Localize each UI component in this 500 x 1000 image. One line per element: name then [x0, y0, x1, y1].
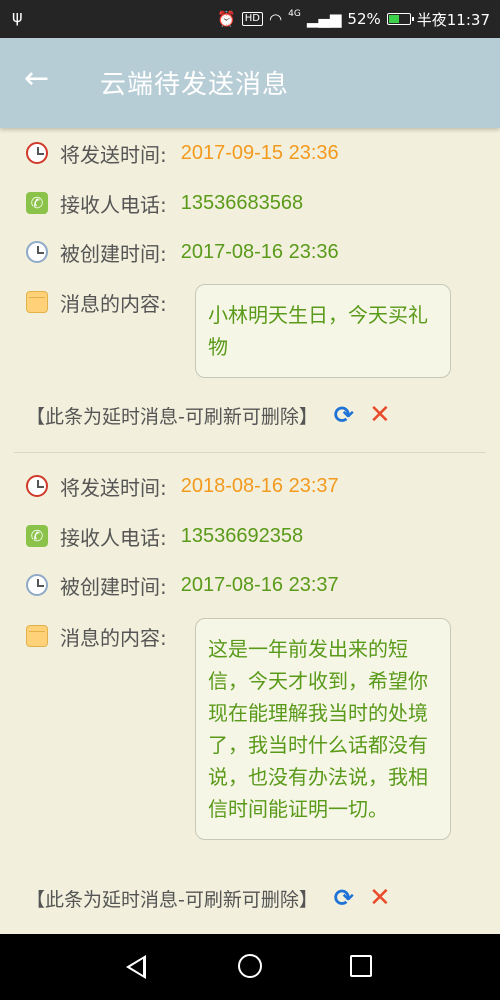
nav-back-icon[interactable]: [126, 955, 146, 979]
delete-icon[interactable]: ✕: [368, 402, 392, 428]
battery-percent: 52%: [347, 10, 381, 28]
delayed-note-row: 【此条为延时消息-可刷新可删除】 ⟳ ✕: [26, 398, 392, 432]
content-label: 消息的内容:: [60, 291, 167, 316]
alarm-clock-icon: [26, 142, 48, 164]
send-time-label: 将发送时间:: [60, 475, 167, 500]
alarm-icon: ⏰: [217, 10, 236, 28]
status-icons: ⏰ HD ◠ 4G ▂▄▆ 52% 半夜11:37: [217, 0, 490, 38]
delete-icon[interactable]: ✕: [368, 885, 392, 911]
status-bar: ψ ⏰ HD ◠ 4G ▂▄▆ 52% 半夜11:37: [0, 0, 500, 38]
hd-icon: HD: [241, 12, 264, 26]
clock-icon: [26, 241, 48, 263]
created-time-label: 被创建时间:: [60, 574, 167, 599]
delayed-note-row: 【此条为延时消息-可刷新可删除】 ⟳ ✕: [26, 881, 392, 915]
signal-icon: ▂▄▆: [306, 10, 342, 28]
created-time-value: 2017-08-16 23:36: [180, 240, 339, 263]
phone-label: 接收人电话:: [60, 525, 167, 550]
send-time-row: 将发送时间: 2018-08-16 23:37: [26, 469, 339, 503]
send-time-label: 将发送时间:: [60, 142, 167, 167]
message-content-bubble: 小林明天生日，今天买礼物: [195, 284, 451, 378]
clock-icon: [26, 574, 48, 596]
send-time-value: 2017-09-15 23:36: [180, 141, 339, 164]
content-row: 消息的内容:: [26, 619, 167, 653]
refresh-icon[interactable]: ⟳: [332, 403, 356, 427]
phone-icon: ✆: [26, 192, 48, 214]
phone-icon: ✆: [26, 525, 48, 547]
alarm-clock-icon: [26, 475, 48, 497]
created-time-row: 被创建时间: 2017-08-16 23:37: [26, 568, 339, 602]
content-row: 消息的内容:: [26, 285, 167, 319]
content-label: 消息的内容:: [60, 625, 167, 650]
nav-home-icon[interactable]: [238, 954, 262, 978]
phone-label: 接收人电话:: [60, 192, 167, 217]
delayed-note: 【此条为延时消息-可刷新可删除】: [26, 888, 318, 911]
send-time-value: 2018-08-16 23:37: [180, 474, 339, 497]
page-title: 云端待发送消息: [100, 70, 290, 100]
phone-value: 13536692358: [180, 524, 304, 547]
usb-icon: ψ: [12, 7, 23, 26]
status-time: 半夜11:37: [416, 10, 490, 29]
phone-value: 13536683568: [180, 191, 304, 214]
nav-recent-apps-icon[interactable]: [350, 955, 372, 977]
app-bar: ← 云端待发送消息: [0, 38, 500, 128]
back-arrow-icon[interactable]: ←: [24, 64, 54, 94]
created-time-row: 被创建时间: 2017-08-16 23:36: [26, 235, 339, 269]
send-time-row: 将发送时间: 2017-09-15 23:36: [26, 136, 339, 170]
phone-row: ✆ 接收人电话: 13536692358: [26, 519, 303, 553]
created-time-value: 2017-08-16 23:37: [180, 573, 339, 596]
network-type-icon: 4G: [288, 9, 301, 19]
battery-icon: [386, 13, 414, 25]
delayed-note: 【此条为延时消息-可刷新可删除】: [26, 405, 318, 428]
created-time-label: 被创建时间:: [60, 241, 167, 266]
refresh-icon[interactable]: ⟳: [332, 886, 356, 910]
navigation-bar: [0, 934, 500, 1000]
divider: [14, 452, 486, 453]
message-icon: [26, 291, 48, 313]
wifi-icon: ◠: [269, 10, 283, 28]
phone-row: ✆ 接收人电话: 13536683568: [26, 186, 303, 220]
message-content-bubble: 这是一年前发出来的短信，今天才收到，希望你现在能理解我当时的处境了，我当时什么话…: [195, 618, 451, 840]
message-icon: [26, 625, 48, 647]
